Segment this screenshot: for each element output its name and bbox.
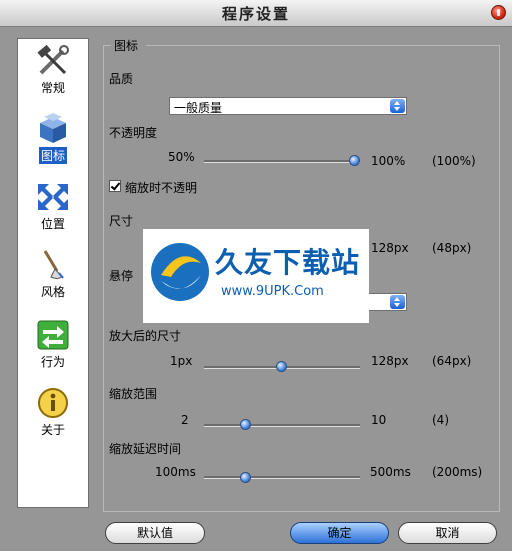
opacity-track <box>204 160 360 163</box>
quality-select[interactable]: 一般质量 <box>169 97 407 115</box>
size-max: 128px <box>371 241 409 255</box>
zoom-delay-min: 100ms <box>155 465 196 479</box>
opacity-slider[interactable] <box>349 155 360 166</box>
sidebar-item-label: 常规 <box>40 81 65 95</box>
zoom-delay-track <box>204 476 360 479</box>
watermark-title: 久友下载站 <box>215 246 361 279</box>
sidebar-item-behavior[interactable]: 行为 <box>18 319 88 370</box>
box-icon <box>40 113 66 143</box>
zoom-opaque-checkbox[interactable] <box>109 180 121 192</box>
size-current: (48px) <box>432 241 472 255</box>
enlarged-size-max: 128px <box>371 354 409 368</box>
zoom-delay-slider[interactable] <box>240 472 251 483</box>
watermark-overlay: 久友下载站 www.9UPK.Com <box>143 229 369 323</box>
opacity-max: 100% <box>371 154 406 168</box>
dropdown-arrow-icon <box>390 295 405 309</box>
zoom-delay-label: 缩放延迟时间 <box>109 442 182 456</box>
sidebar: 常规 图标 位置 风格 行为 关于 <box>17 38 89 508</box>
sidebar-item-about[interactable]: 关于 <box>18 387 88 438</box>
sidebar-item-position[interactable]: 位置 <box>18 181 88 232</box>
window-title: 程序设置 <box>221 5 290 23</box>
zoom-range-slider[interactable] <box>240 419 251 430</box>
brush-icon <box>43 250 64 279</box>
tools-icon <box>37 45 69 75</box>
size-label: 尺寸 <box>109 214 134 228</box>
enlarged-size-min: 1px <box>170 354 193 368</box>
sidebar-item-label: 位置 <box>40 217 65 231</box>
dropdown-arrow-icon <box>390 99 405 113</box>
swap-arrows-icon <box>37 320 69 350</box>
opacity-current: (100%) <box>432 154 476 168</box>
default-button[interactable]: 默认值 <box>105 522 205 544</box>
zoom-range-max: 10 <box>371 413 387 427</box>
sidebar-item-general[interactable]: 常规 <box>18 45 88 96</box>
sidebar-item-label: 行为 <box>40 355 65 369</box>
title-bar: 程序设置 <box>0 0 512 27</box>
enlarged-size-label: 放大后的尺寸 <box>109 329 182 343</box>
sidebar-item-label: 图标 <box>38 147 67 164</box>
cancel-button[interactable]: 取消 <box>398 522 497 544</box>
close-button[interactable] <box>491 5 506 20</box>
zoom-delay-current: (200ms) <box>432 465 483 479</box>
opacity-label: 不透明度 <box>109 126 158 140</box>
watermark-logo-icon <box>151 243 209 301</box>
zoom-opaque-label: 缩放时不透明 <box>125 181 198 195</box>
enlarged-size-slider[interactable] <box>276 361 287 372</box>
sidebar-item-label: 风格 <box>40 285 65 299</box>
settings-window: 程序设置 常规 图标 位置 风格 行为 关于 图标 品质 一般质量 不透明度 5… <box>0 0 512 551</box>
sidebar-item-label: 关于 <box>40 423 65 437</box>
watermark-url: www.9UPK.Com <box>221 284 324 299</box>
info-icon <box>38 388 68 418</box>
zoom-range-label: 缩放范围 <box>109 387 158 401</box>
quality-label: 品质 <box>109 72 134 86</box>
arrows-icon <box>38 184 68 210</box>
sidebar-item-style[interactable]: 风格 <box>18 249 88 300</box>
hover-label: 悬停 <box>109 269 134 283</box>
group-legend: 图标 <box>111 37 142 54</box>
zoom-range-track <box>204 424 360 427</box>
enlarged-size-current: (64px) <box>432 354 472 368</box>
zoom-delay-max: 500ms <box>370 465 411 479</box>
opacity-min: 50% <box>168 150 195 164</box>
ok-button[interactable]: 确定 <box>290 522 389 544</box>
zoom-range-min: 2 <box>181 413 189 427</box>
quality-value: 一般质量 <box>174 101 223 115</box>
zoom-range-current: (4) <box>432 413 449 427</box>
sidebar-item-icon[interactable]: 图标 <box>18 113 88 164</box>
